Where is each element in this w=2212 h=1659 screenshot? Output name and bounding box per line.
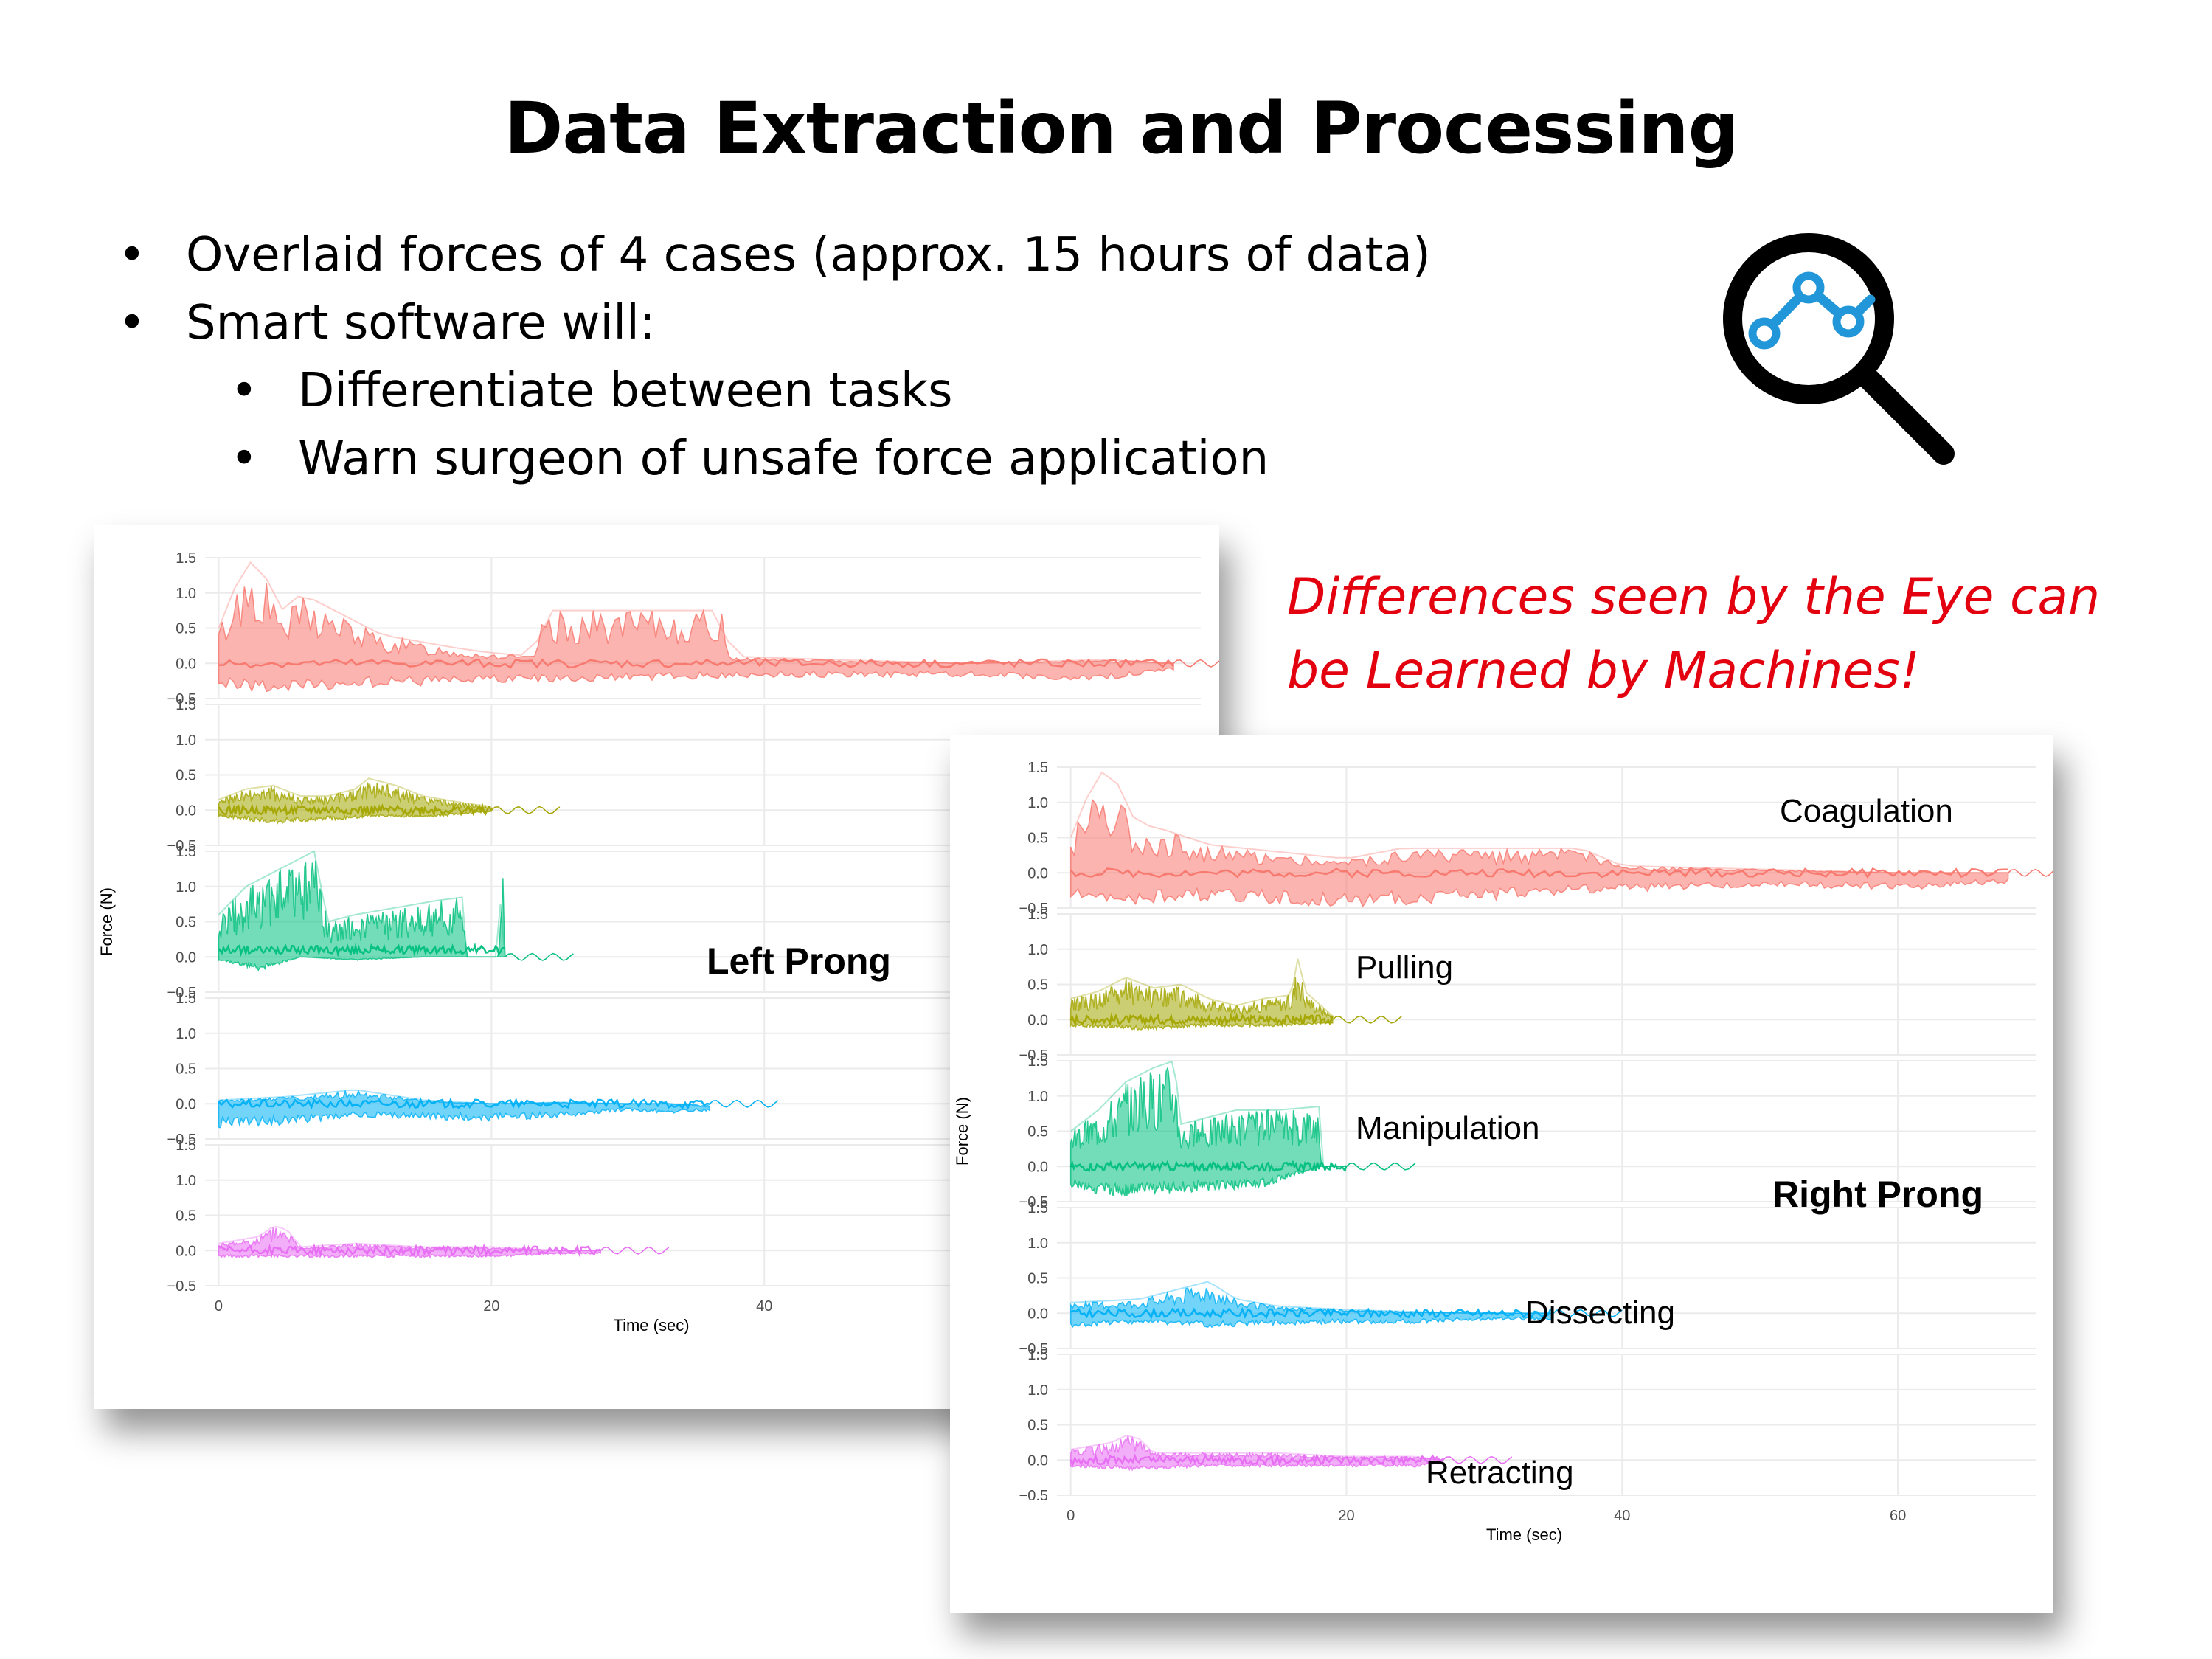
prong-label: Left Prong bbox=[707, 941, 891, 982]
y-tick-label: 1.5 bbox=[1027, 1200, 1048, 1216]
facet-panel: −0.50.00.51.01.5 bbox=[1019, 907, 2036, 1064]
y-axis-title: Force (N) bbox=[97, 887, 116, 956]
sub-bullet-item: Differentiate between tasks bbox=[112, 357, 1431, 425]
y-tick-label: 1.0 bbox=[176, 586, 196, 602]
bullet-list: Overlaid forces of 4 cases (approx. 15 h… bbox=[112, 221, 1431, 493]
x-tick-label: 20 bbox=[483, 1298, 499, 1315]
y-tick-label: 0.0 bbox=[1027, 865, 1048, 882]
y-tick-label: 1.0 bbox=[1027, 942, 1048, 958]
bullet-item: Smart software will: bbox=[112, 289, 1431, 357]
y-tick-label: 0.0 bbox=[176, 949, 196, 966]
y-tick-label: 1.0 bbox=[1027, 1236, 1048, 1252]
force-area-series bbox=[218, 583, 1174, 693]
y-tick-label: 0.0 bbox=[1027, 1159, 1048, 1175]
x-tick-label: 20 bbox=[1338, 1508, 1354, 1524]
y-tick-label: 0.0 bbox=[1027, 1452, 1048, 1469]
y-tick-label: −0.5 bbox=[167, 1278, 196, 1295]
x-tick-label: 60 bbox=[1890, 1508, 1906, 1524]
y-tick-label: −0.5 bbox=[1019, 1488, 1048, 1504]
y-tick-label: 0.5 bbox=[1027, 1271, 1048, 1287]
y-tick-label: 0.5 bbox=[1027, 977, 1048, 994]
y-tick-label: 0.0 bbox=[1027, 1012, 1048, 1028]
y-tick-label: 0.5 bbox=[176, 768, 196, 784]
y-tick-label: 0.5 bbox=[176, 915, 196, 931]
slide-title: Data Extraction and Processing bbox=[504, 87, 1739, 170]
facet-panel: −0.50.00.51.01.5 bbox=[1019, 1200, 2036, 1357]
callout-text: Differences seen by the Eye can be Learn… bbox=[1287, 561, 2100, 708]
task-label: Coagulation bbox=[1780, 793, 1953, 829]
y-tick-label: 0.5 bbox=[176, 1208, 196, 1225]
facet-panel: −0.50.00.51.01.5 bbox=[167, 550, 1219, 707]
x-axis-title: Time (sec) bbox=[613, 1316, 689, 1334]
y-tick-label: 1.5 bbox=[1027, 760, 1048, 776]
y-tick-label: 0.5 bbox=[1027, 831, 1048, 847]
task-label: Manipulation bbox=[1356, 1110, 1540, 1146]
y-tick-label: 0.5 bbox=[176, 621, 196, 637]
y-tick-label: 1.5 bbox=[1027, 1053, 1048, 1070]
magnifier-chart-icon bbox=[1719, 229, 1962, 472]
callout-line: Differences seen by the Eye can bbox=[1287, 568, 2101, 626]
task-label: Retracting bbox=[1426, 1455, 1574, 1491]
y-tick-label: 1.0 bbox=[176, 1026, 196, 1042]
y-tick-label: 1.0 bbox=[176, 1173, 196, 1189]
y-tick-label: 1.0 bbox=[1027, 1089, 1048, 1105]
y-tick-label: 1.0 bbox=[176, 879, 196, 896]
facet-panel: −0.50.00.51.01.5 bbox=[1019, 760, 2053, 917]
y-tick-label: 1.5 bbox=[176, 844, 196, 860]
y-tick-label: 0.0 bbox=[176, 803, 196, 819]
y-tick-label: 0.0 bbox=[176, 656, 196, 672]
y-tick-label: 0.0 bbox=[1027, 1306, 1048, 1322]
sub-bullet-item: Warn surgeon of unsafe force application bbox=[112, 425, 1431, 493]
right-prong-chart: −0.50.00.51.01.5Coagulation−0.50.00.51.0… bbox=[953, 760, 2053, 1544]
task-label: Pulling bbox=[1356, 949, 1453, 986]
task-label: Dissecting bbox=[1525, 1295, 1675, 1331]
y-tick-label: 0.5 bbox=[176, 1061, 196, 1078]
y-tick-label: 0.5 bbox=[1027, 1418, 1048, 1434]
y-tick-label: 0.0 bbox=[176, 1243, 196, 1259]
y-tick-label: 1.5 bbox=[1027, 907, 1048, 923]
x-tick-label: 40 bbox=[1614, 1508, 1630, 1524]
y-tick-label: 0.5 bbox=[1027, 1124, 1048, 1140]
y-tick-label: 1.5 bbox=[176, 1137, 196, 1154]
x-tick-label: 0 bbox=[215, 1298, 223, 1315]
right-prong-chart-panel: −0.5 0.0 0.5 1.0 1.5 Coagulation −0.5 0.0 0.5 1.0… bbox=[950, 735, 2053, 1613]
x-tick-label: 0 bbox=[1067, 1508, 1075, 1524]
y-tick-label: 1.5 bbox=[176, 991, 196, 1007]
x-tick-label: 40 bbox=[756, 1298, 772, 1315]
y-tick-label: 1.0 bbox=[1027, 795, 1048, 811]
prong-label: Right Prong bbox=[1772, 1174, 1983, 1215]
bullet-item: Overlaid forces of 4 cases (approx. 15 h… bbox=[112, 221, 1431, 289]
y-tick-label: 0.0 bbox=[176, 1096, 196, 1112]
callout-line: be Learned by Machines! bbox=[1287, 642, 1921, 700]
y-tick-label: 1.0 bbox=[1027, 1382, 1048, 1399]
x-axis-title: Time (sec) bbox=[1486, 1525, 1562, 1544]
y-tick-label: 1.5 bbox=[1027, 1347, 1048, 1363]
y-axis-title: Force (N) bbox=[953, 1097, 971, 1166]
y-tick-label: 1.0 bbox=[176, 732, 196, 749]
y-tick-label: 1.5 bbox=[176, 550, 196, 567]
y-tick-label: 1.5 bbox=[176, 697, 196, 713]
force-area-series bbox=[1069, 1067, 1347, 1196]
